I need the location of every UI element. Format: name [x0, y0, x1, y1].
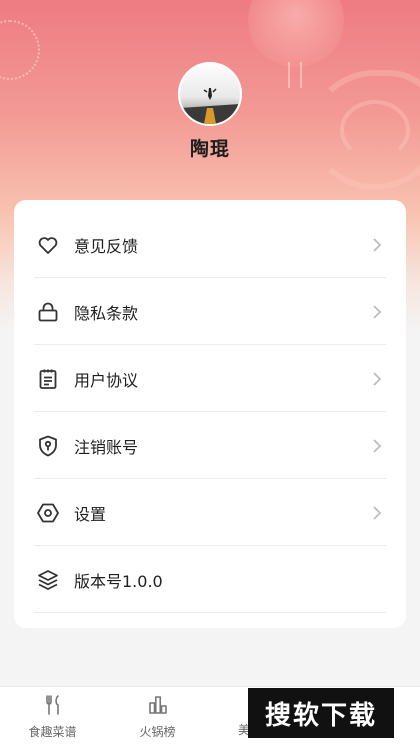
tab-hotpot-ranking[interactable]: 火锅榜 — [105, 687, 210, 746]
avatar-image — [180, 64, 240, 124]
chevron-right-icon — [370, 236, 384, 254]
version-label: 版本号1.0.0 — [74, 571, 163, 591]
menu-item-privacy[interactable]: 隐私条款 — [34, 279, 386, 345]
lantern-decoration — [248, 0, 344, 70]
tab-recipes[interactable]: 食趣菜谱 — [0, 687, 105, 746]
shield-key-icon — [36, 434, 60, 458]
lantern-tassel-decoration — [288, 62, 302, 88]
firework-decoration — [0, 20, 40, 80]
hexagon-settings-icon — [36, 501, 60, 525]
tab-partial[interactable]: 美 — [210, 687, 250, 746]
menu-item-user-agreement[interactable]: 用户协议 — [34, 346, 386, 412]
menu-card: 意见反馈 隐私条款 用户协议 注销账号 设置 版本号1.0.0 — [14, 200, 406, 628]
avatar[interactable] — [178, 62, 242, 126]
menu-item-label: 用户协议 — [74, 370, 139, 390]
bar-chart-icon — [147, 694, 169, 720]
tab-label: 火锅榜 — [139, 725, 176, 739]
utensils-icon — [42, 694, 64, 720]
menu-item-delete-account[interactable]: 注销账号 — [34, 413, 386, 479]
chevron-right-icon — [370, 504, 384, 522]
menu-item-label: 意见反馈 — [74, 236, 139, 256]
chevron-right-icon — [370, 303, 384, 321]
menu-item-label: 设置 — [74, 504, 107, 524]
menu-item-settings[interactable]: 设置 — [34, 480, 386, 546]
tab-label: 食趣菜谱 — [28, 725, 77, 739]
menu-item-version: 版本号1.0.0 — [34, 547, 386, 613]
menu-item-label: 隐私条款 — [74, 303, 139, 323]
chevron-right-icon — [370, 370, 384, 388]
clipboard-icon — [36, 367, 60, 391]
layers-icon — [36, 568, 60, 592]
heart-icon — [36, 233, 60, 257]
lock-icon — [36, 300, 60, 324]
menu-item-feedback[interactable]: 意见反馈 — [34, 212, 386, 278]
menu-item-label: 注销账号 — [74, 437, 139, 457]
chevron-right-icon — [370, 437, 384, 455]
watermark-logo: 搜软下载 — [248, 688, 394, 738]
username: 陶琨 — [189, 138, 230, 160]
